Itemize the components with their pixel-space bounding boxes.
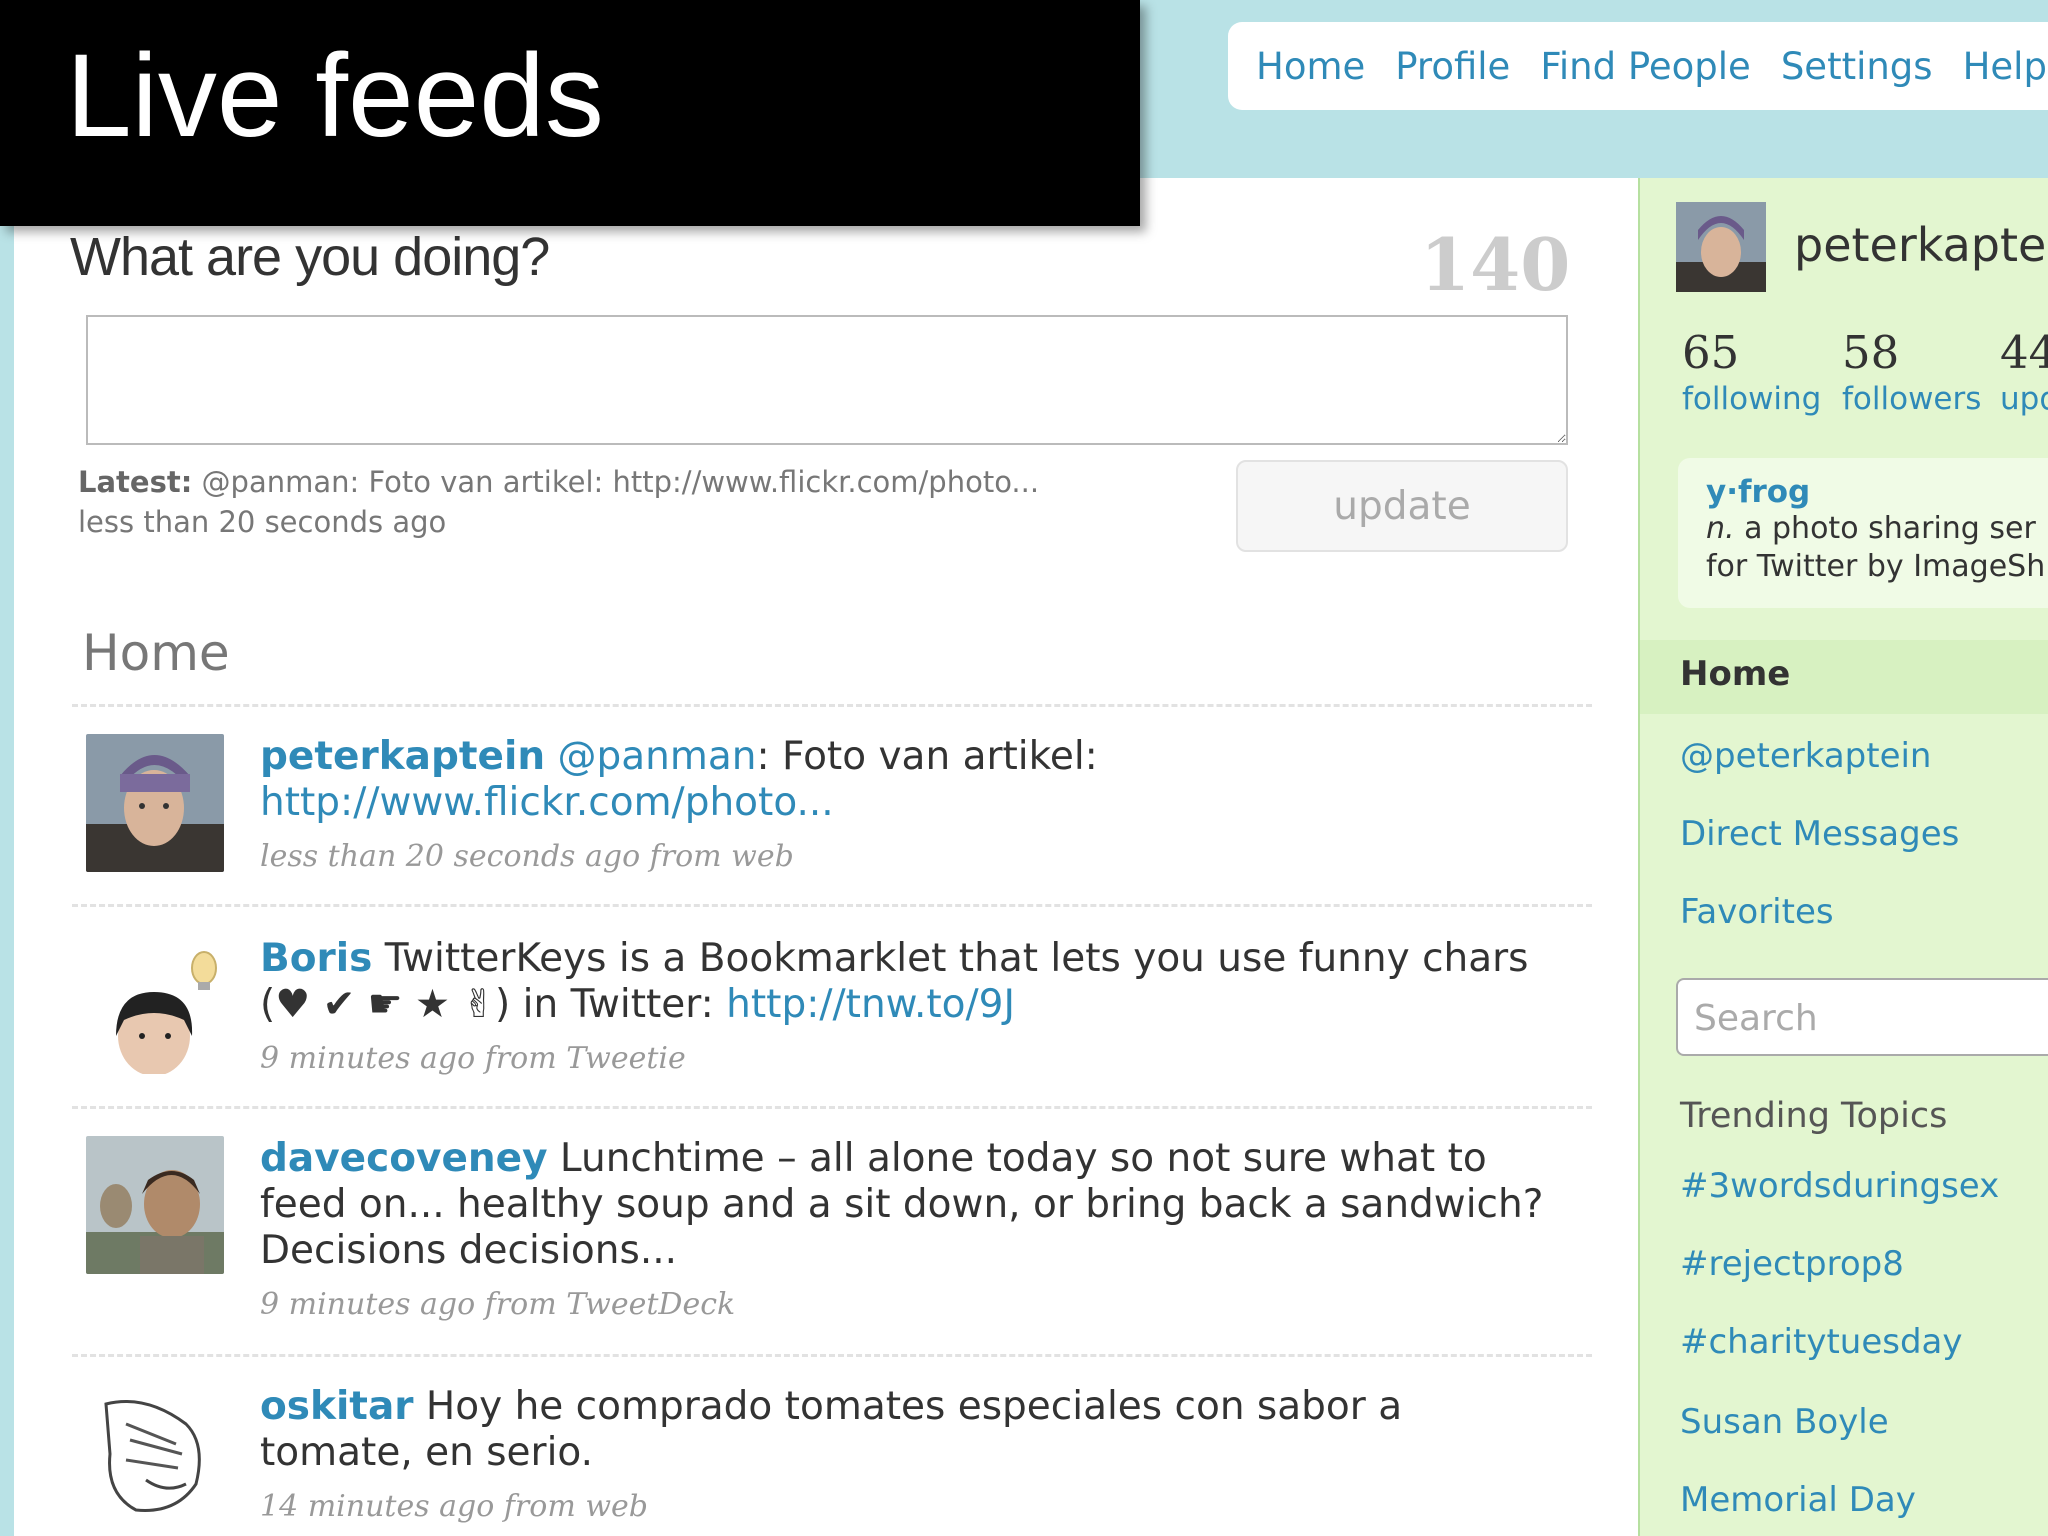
stat-number: 44	[2000, 326, 2048, 379]
latest-text: @panman: Foto van artikel: http://www.fl…	[201, 465, 1040, 499]
promo-prefix: n.	[1706, 511, 1735, 546]
stat-label: followers	[1842, 381, 1982, 417]
trending-topic-link[interactable]: Susan Boyle	[1680, 1402, 1889, 1442]
sidebar-item-direct-messages[interactable]: Direct Messages	[1680, 814, 1959, 854]
nav-home[interactable]: Home	[1256, 45, 1365, 88]
tweet-username[interactable]: peterkaptein	[260, 734, 545, 779]
nav-profile[interactable]: Profile	[1395, 45, 1510, 88]
nav-help[interactable]: Help	[1963, 45, 2047, 88]
tweet-body: Boris TwitterKeys is a Bookmarklet that …	[260, 936, 1550, 1082]
status-prompt: What are you doing?	[70, 227, 550, 287]
nav-settings[interactable]: Settings	[1781, 45, 1933, 88]
tweet-meta: 14 minutes ago from web	[260, 1489, 648, 1524]
tweet-username[interactable]: oskitar	[260, 1384, 414, 1429]
user-avatar[interactable]	[86, 734, 224, 872]
update-button[interactable]: update	[1236, 460, 1568, 552]
tweet-link[interactable]: http://tnw.to/9J	[726, 982, 1015, 1027]
stat-updates[interactable]: 44 upd	[2000, 326, 2048, 417]
divider	[72, 704, 1592, 707]
tweet-text: : Foto van artikel:	[756, 734, 1098, 779]
trending-topics-title: Trending Topics	[1680, 1096, 1948, 1136]
tweet-body: peterkaptein @panman: Foto van artikel: …	[260, 734, 1550, 880]
top-nav: Home Profile Find People Settings Help S	[1228, 22, 2048, 110]
sidebar-item-mentions[interactable]: @peterkaptein	[1680, 736, 1931, 776]
tweet-link[interactable]: http://www.flickr.com/photo...	[260, 780, 834, 825]
promo-line: for Twitter by ImageSh	[1706, 549, 2046, 584]
trending-topic-link[interactable]: #rejectprop8	[1680, 1244, 1904, 1284]
user-avatar[interactable]	[86, 936, 224, 1074]
stat-label: following	[1682, 381, 1822, 417]
divider	[72, 1106, 1592, 1109]
divider	[72, 1354, 1592, 1357]
slide-title: Live feeds	[66, 30, 604, 162]
user-avatar[interactable]	[86, 1384, 224, 1522]
tweet-body: oskitar Hoy he comprado tomates especial…	[260, 1384, 1550, 1530]
promo-brand: y·frog	[1706, 474, 1811, 510]
character-counter: 140	[1420, 222, 1571, 307]
tweet-meta: less than 20 seconds ago from web	[260, 839, 794, 874]
tweet-meta: 9 minutes ago from Tweetie	[260, 1041, 686, 1076]
tweet-meta: 9 minutes ago from TweetDeck	[260, 1287, 736, 1322]
profile-name[interactable]: peterkaptei	[1794, 218, 2048, 272]
stat-number: 58	[1842, 326, 1900, 379]
slide-title-banner: Live feeds	[0, 0, 1140, 226]
tweet-text	[545, 734, 557, 779]
tweet-body: davecoveney Lunchtime – all alone today …	[260, 1136, 1550, 1328]
trending-topic-link[interactable]: Memorial Day	[1680, 1480, 1916, 1520]
trending-topic-link[interactable]: #charitytuesday	[1680, 1322, 1963, 1362]
yfrog-promo[interactable]: y·frog n. a photo sharing ser for Twitte…	[1678, 458, 2048, 608]
search-input[interactable]: Search	[1676, 978, 2048, 1056]
mention-link[interactable]: @panman	[558, 734, 757, 779]
sidebar-item-home[interactable]: Home	[1640, 640, 2048, 714]
latest-label: Latest:	[78, 465, 193, 499]
profile-avatar[interactable]	[1676, 202, 1766, 292]
stat-followers[interactable]: 58 followers	[1842, 326, 1981, 417]
status-input[interactable]	[86, 315, 1568, 445]
latest-time: less than 20 seconds ago	[78, 505, 447, 539]
divider	[72, 904, 1592, 907]
promo-line: a photo sharing ser	[1734, 511, 2036, 546]
stat-number: 65	[1682, 326, 1740, 379]
tweet-text: Hoy he comprado tomates especiales con s…	[260, 1384, 1403, 1475]
timeline-heading: Home	[82, 624, 230, 682]
tweet-username[interactable]: davecoveney	[260, 1136, 548, 1181]
stat-label: upd	[2000, 381, 2048, 417]
tweet-username[interactable]: Boris	[260, 936, 372, 981]
stat-following[interactable]: 65 following	[1682, 326, 1821, 417]
latest-status: Latest: @panman: Foto van artikel: http:…	[78, 462, 1039, 542]
promo-description: n. a photo sharing ser	[1706, 510, 2048, 548]
user-avatar[interactable]	[86, 1136, 224, 1274]
nav-find-people[interactable]: Find People	[1540, 45, 1751, 88]
sidebar-item-favorites[interactable]: Favorites	[1680, 892, 1834, 932]
trending-topic-link[interactable]: #3wordsduringsex	[1680, 1166, 1999, 1206]
